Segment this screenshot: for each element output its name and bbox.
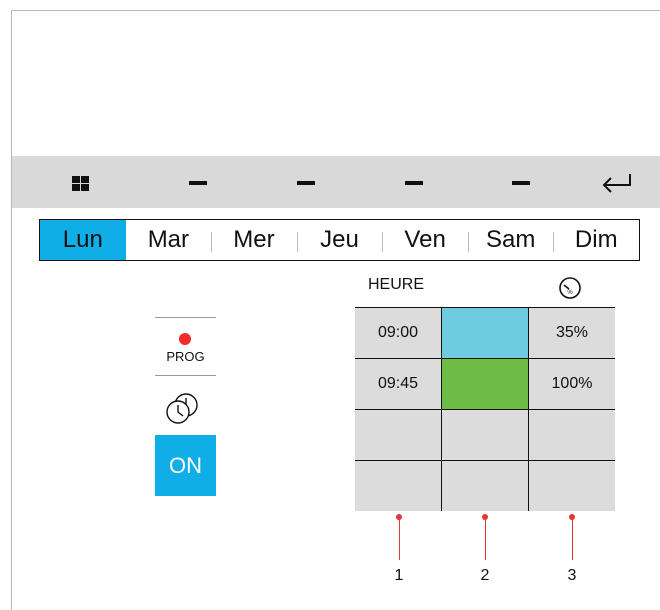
day-tab-sam[interactable]: Sam	[467, 220, 554, 260]
mode-color-cell[interactable]	[441, 461, 528, 511]
prog-label: PROG	[166, 349, 205, 364]
toolbar-slot-3-button[interactable]	[383, 156, 443, 208]
day-tab-ven[interactable]: Ven	[382, 220, 468, 260]
callout-number-3: 3	[567, 567, 577, 584]
table-row: 09:45 100%	[355, 359, 615, 410]
grid-icon	[72, 176, 89, 191]
divider	[155, 317, 216, 318]
table-row: 09:00 35%	[355, 308, 615, 359]
day-tab-lun[interactable]: Lun	[40, 220, 126, 260]
dash-icon	[189, 181, 207, 185]
dash-icon	[512, 181, 530, 185]
dash-icon	[297, 181, 315, 185]
time-cell[interactable]	[355, 410, 441, 460]
return-icon[interactable]	[600, 172, 634, 194]
toolbar-slot-4-button[interactable]	[490, 156, 550, 208]
time-cell[interactable]	[355, 461, 441, 511]
grid-menu-button[interactable]	[54, 156, 114, 208]
gauge-icon: %	[559, 277, 581, 299]
callout-number-1: 1	[394, 567, 404, 584]
callout-line-2	[485, 518, 486, 560]
on-toggle-button[interactable]: ON	[155, 435, 216, 496]
time-cell[interactable]: 09:00	[355, 308, 441, 358]
svg-text:%: %	[567, 290, 573, 296]
day-tab-mer[interactable]: Mer	[211, 220, 297, 260]
callout-number-2: 2	[480, 567, 490, 584]
callout-line-1	[399, 518, 400, 560]
time-cell[interactable]: 09:45	[355, 359, 441, 409]
level-cell[interactable]	[528, 461, 615, 511]
day-tab-dim[interactable]: Dim	[553, 220, 639, 260]
mode-color-cell[interactable]	[441, 308, 528, 358]
level-cell[interactable]	[528, 410, 615, 460]
callout-line-3	[572, 518, 573, 560]
mode-color-cell[interactable]	[441, 359, 528, 409]
clock-icon[interactable]	[165, 392, 207, 426]
column-header-time: HEURE	[368, 276, 425, 293]
program-table: 09:00 35% 09:45 100%	[355, 307, 615, 511]
prog-indicator-dot	[179, 333, 191, 345]
dash-icon	[405, 181, 423, 185]
level-cell[interactable]: 100%	[528, 359, 615, 409]
table-row	[355, 410, 615, 461]
day-selector: Lun Mar Mer Jeu Ven Sam Dim	[39, 219, 640, 261]
divider	[155, 375, 216, 376]
toolbar	[12, 156, 660, 208]
toolbar-slot-1-button[interactable]	[167, 156, 227, 208]
day-tab-mar[interactable]: Mar	[126, 220, 212, 260]
table-row	[355, 461, 615, 511]
level-cell[interactable]: 35%	[528, 308, 615, 358]
toolbar-slot-2-button[interactable]	[275, 156, 335, 208]
mode-color-cell[interactable]	[441, 410, 528, 460]
day-tab-jeu[interactable]: Jeu	[296, 220, 383, 260]
